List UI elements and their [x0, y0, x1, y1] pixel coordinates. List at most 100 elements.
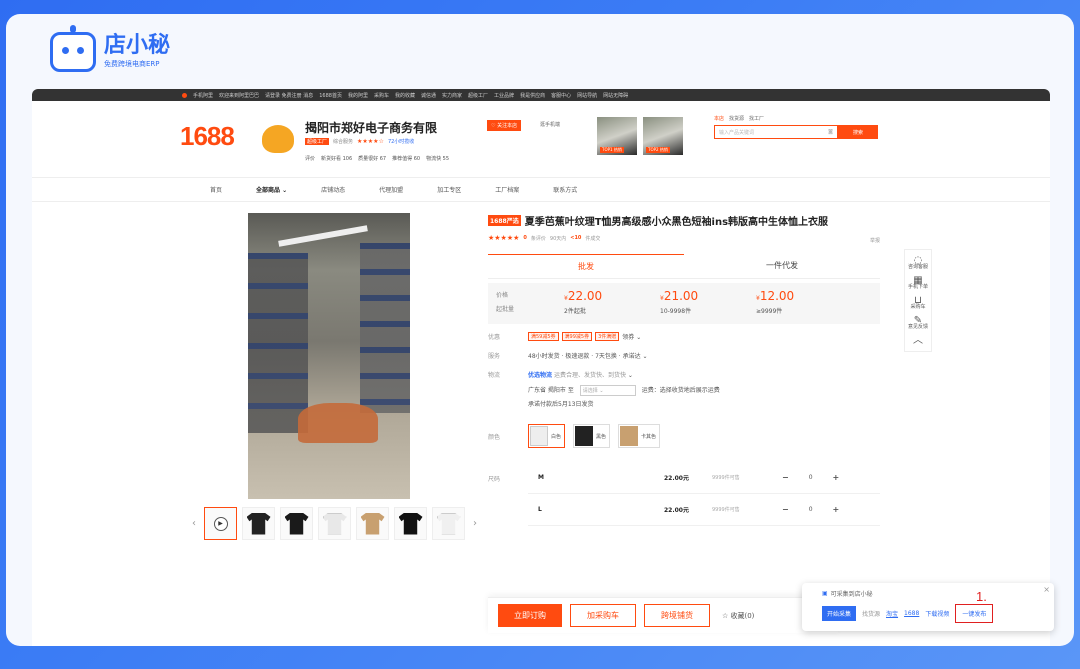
- coupon-badge[interactable]: 满59减5券: [528, 332, 559, 341]
- topbar-item[interactable]: 采购车: [374, 92, 389, 99]
- plus-button[interactable]: +: [833, 473, 840, 482]
- product-details: 优惠 满59减5券 满99减5券 3件满赠 领券 ⌄ 服务 48小时发货 · 极…: [488, 332, 880, 526]
- thumbnail[interactable]: [356, 507, 389, 540]
- topbar-item[interactable]: 手机阿里: [193, 92, 213, 99]
- search-tab[interactable]: 找货源: [729, 115, 744, 122]
- nav-item[interactable]: 代理加盟: [379, 185, 403, 194]
- topbar-item[interactable]: 客服中心: [551, 92, 571, 99]
- thumbnail[interactable]: [432, 507, 465, 540]
- cross-border-button[interactable]: 跨境铺货: [644, 604, 710, 627]
- coupon-badge[interactable]: 3件满赠: [595, 332, 620, 341]
- brand: 店小秘 免费跨境电商ERP: [50, 25, 170, 72]
- close-icon[interactable]: ×: [1043, 585, 1050, 594]
- tab-dropship[interactable]: 一件代发: [684, 254, 880, 278]
- quantity-input[interactable]: 0: [809, 474, 813, 481]
- report-link[interactable]: 举报: [870, 237, 880, 244]
- product-rating: ★★★★★ 0 条评价 90天内 <10 件成交: [488, 234, 880, 242]
- search-tab[interactable]: 找工厂: [749, 115, 764, 122]
- topbar-item[interactable]: 我的收藏: [395, 92, 415, 99]
- nav-item[interactable]: 店铺动态: [321, 185, 345, 194]
- thumbnail[interactable]: [280, 507, 313, 540]
- site-logo[interactable]: 1688: [180, 121, 235, 152]
- topbar-item[interactable]: 超级工厂: [468, 92, 488, 99]
- popup-title: 可采集到店小秘: [830, 591, 873, 598]
- shop-name[interactable]: 揭阳市郑好电子商务有限: [305, 119, 437, 136]
- order-now-button[interactable]: 立即订购: [498, 604, 562, 627]
- price-box: 价格 起批量 ¥22.00 2件起批 ¥21.00 10-9998件 ¥12.0…: [488, 283, 880, 324]
- quantity-stepper: − 0 +: [782, 505, 839, 514]
- minus-button[interactable]: −: [782, 505, 789, 514]
- link-1688[interactable]: 1688: [904, 610, 919, 617]
- hot-product-image[interactable]: TOP2 热销: [643, 117, 683, 155]
- cart-icon: ⊔: [914, 295, 922, 306]
- side-toolbar: ◌ 咨询客服 ▦ 手机下单 ⊔ 采购车 ✎ 意见反馈 ︿: [904, 249, 932, 352]
- topbar-item[interactable]: 工业品牌: [494, 92, 514, 99]
- product-title: 夏季芭蕉叶纹理T恤男高级感小众黑色短袖ins韩版高中生体恤上衣服: [524, 217, 829, 228]
- quantity-input[interactable]: 0: [809, 506, 813, 513]
- plus-button[interactable]: +: [833, 505, 840, 514]
- brand-subtitle: 免费跨境电商ERP: [104, 60, 160, 68]
- tab-wholesale[interactable]: 批发: [488, 254, 684, 278]
- logistics-desc: 运费合理、发货快、到货快: [553, 372, 626, 379]
- cart-tool[interactable]: ⊔ 采购车: [910, 294, 925, 314]
- follow-shop-button[interactable]: ♡ 关注本店: [487, 120, 522, 131]
- back-to-top-tool[interactable]: ︿: [913, 334, 923, 347]
- thumbnail[interactable]: [242, 507, 275, 540]
- get-coupon-link[interactable]: 领券 ⌄: [622, 332, 641, 341]
- start-collect-button[interactable]: 开始采集: [822, 606, 857, 621]
- search-tab[interactable]: 本店: [714, 115, 724, 122]
- thumbnail[interactable]: [394, 507, 427, 540]
- destination-select[interactable]: 请选择 ⌄: [579, 385, 636, 396]
- topbar-item[interactable]: 1688首页: [319, 92, 342, 99]
- topbar-item[interactable]: 网站无障碍: [603, 92, 628, 99]
- nav-item[interactable]: 首页: [210, 185, 222, 194]
- app-frame: 店小秘 免费跨境电商ERP 手机阿里 欢迎来到阿里巴巴 请登录 免费注册 消息 …: [6, 14, 1074, 646]
- topbar-item[interactable]: 实力商家: [442, 92, 462, 99]
- sales-count: <10: [570, 235, 582, 241]
- ship-from: 广东省 揭阳市: [528, 387, 566, 394]
- coupon-badge[interactable]: 满99减5券: [561, 332, 593, 341]
- product-info: 1688严选 夏季芭蕉叶纹理T恤男高级感小众黑色短袖ins韩版高中生体恤上衣服 …: [488, 213, 880, 526]
- customer-service-tool[interactable]: ◌ 咨询客服: [908, 254, 928, 274]
- search-button[interactable]: 搜索: [838, 125, 878, 139]
- nav-item[interactable]: 加工专区: [437, 185, 461, 194]
- color-option-black[interactable]: 黑色: [573, 424, 611, 448]
- hot-product-image[interactable]: TOP1 热销: [597, 117, 637, 155]
- nav-item[interactable]: 联系方式: [553, 185, 577, 194]
- source-label: 找货源: [862, 611, 881, 618]
- moq-label: 起批量: [496, 306, 515, 313]
- chevron-left-icon[interactable]: ‹: [189, 514, 199, 534]
- chevron-right-icon[interactable]: ›: [470, 514, 480, 534]
- download-video-button[interactable]: 下载视频: [925, 609, 949, 618]
- topbar-item[interactable]: 诚信通: [421, 92, 436, 99]
- robot-icon: ▣: [822, 590, 828, 597]
- topbar-item[interactable]: 我是供应商: [520, 92, 545, 99]
- product-main-video[interactable]: [248, 213, 410, 499]
- one-click-publish-button[interactable]: 一键发布: [955, 604, 994, 623]
- thumbnail[interactable]: [318, 507, 351, 540]
- color-option-white[interactable]: 白色: [528, 424, 566, 448]
- thumbnail-video[interactable]: ▶: [204, 507, 237, 540]
- feedback-tool[interactable]: ✎ 意见反馈: [908, 314, 928, 334]
- search-input[interactable]: 输入产品关键词 ◙: [714, 125, 838, 139]
- topbar-item[interactable]: 网站导航: [577, 92, 597, 99]
- favorite-button[interactable]: ☆ 收藏(0): [722, 611, 754, 621]
- rating-text[interactable]: 条评价: [531, 235, 546, 242]
- service-text[interactable]: 48小时发货 · 极速退款 · 7天包换 · 承诺达 ⌄: [528, 351, 648, 360]
- topbar-item[interactable]: 我的阿里: [348, 92, 368, 99]
- topbar-item[interactable]: 请登录 免费注册 消息: [265, 92, 313, 99]
- mobile-order-tool[interactable]: ▦ 手机下单: [908, 274, 928, 294]
- add-to-cart-button[interactable]: 加采购车: [570, 604, 636, 627]
- popup-actions: 开始采集 找货源 淘宝 1688 下载视频 一键发布: [802, 598, 1054, 623]
- minus-button[interactable]: −: [782, 473, 789, 482]
- phone-icon: [182, 92, 187, 98]
- stars-rating: ★★★★☆: [357, 138, 384, 145]
- camera-icon[interactable]: ◙: [828, 129, 833, 135]
- nav-item[interactable]: 工厂档案: [495, 185, 519, 194]
- color-option-khaki[interactable]: 卡其色: [618, 424, 661, 448]
- robot-logo-icon: [50, 25, 96, 72]
- mobile-link[interactable]: 逛手机端: [540, 121, 560, 128]
- search-placeholder: 输入产品关键词: [719, 129, 755, 136]
- nav-item-all-products[interactable]: 全部商品 ⌄: [256, 185, 287, 194]
- taobao-link[interactable]: 淘宝: [886, 609, 898, 618]
